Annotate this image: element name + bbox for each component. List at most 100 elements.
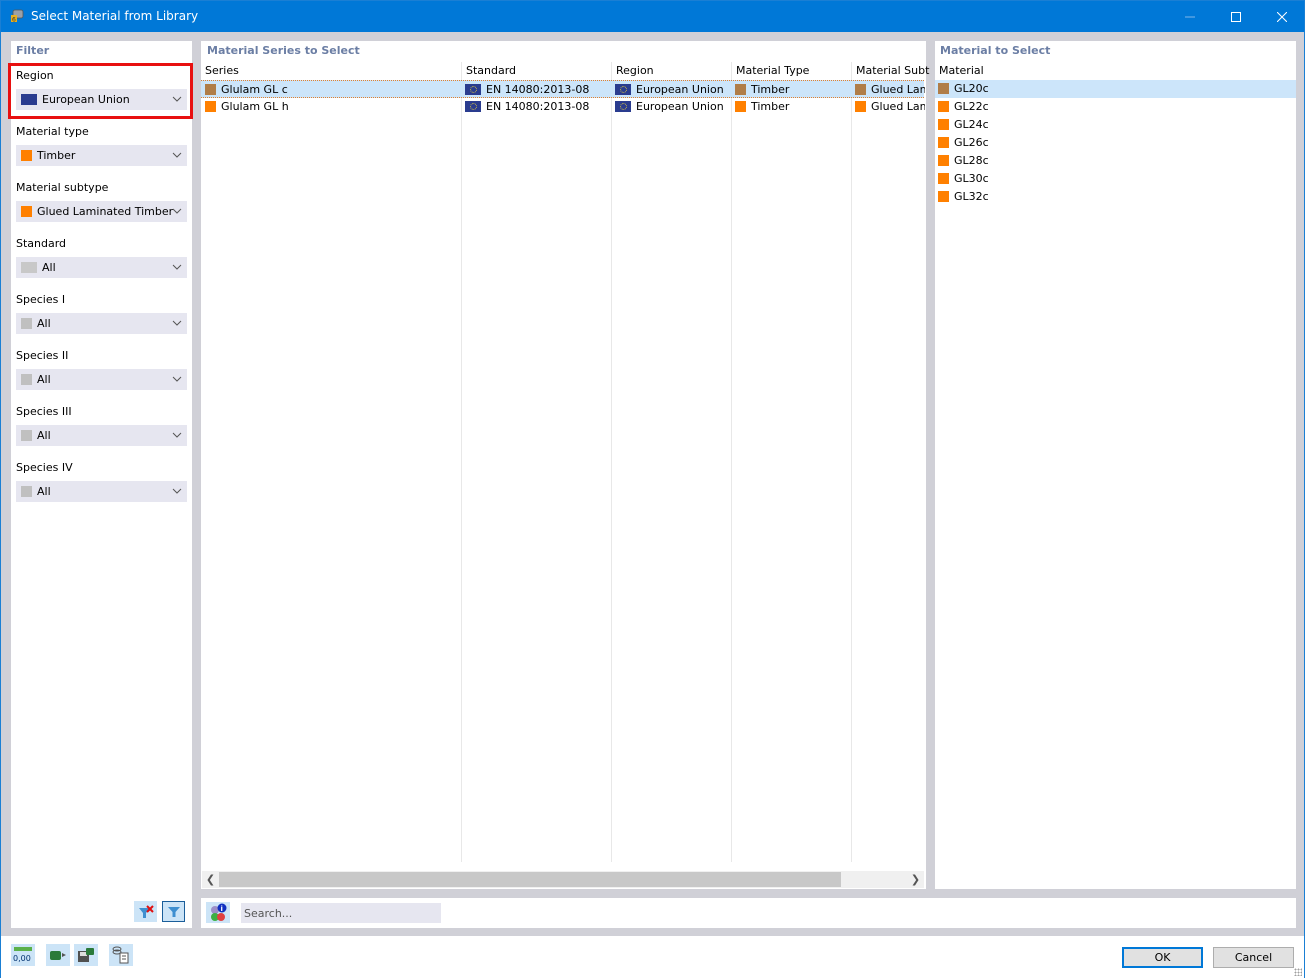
import-button[interactable] [46,944,70,966]
svg-text:0,00: 0,00 [13,954,31,963]
gray-swatch-icon [21,374,32,385]
scroll-right-icon[interactable]: ❯ [907,871,924,888]
column-material-subtype[interactable]: Material Subt [851,62,929,862]
resize-grip[interactable] [1294,968,1302,976]
material-subtype-combo[interactable]: Glued Laminated Timber [16,201,187,222]
material-item[interactable]: GL24c [935,116,1296,134]
standard-value: EN 14080:2013-08 [486,83,590,96]
apply-filter-button[interactable] [162,901,185,922]
svg-text:6: 6 [12,17,16,24]
dialog-window: 6 Select Material from Library Filter Re… [0,0,1305,978]
series-name: Glulam GL c [221,83,288,96]
column-series-label: Series [205,64,239,77]
species-3-combo[interactable]: All [16,425,187,446]
region-value: European Union [636,100,724,113]
orange-swatch-icon [938,119,949,130]
scroll-left-icon[interactable]: ❮ [202,871,219,888]
series-grid: Series Standard Region Material Type Mat… [201,62,929,862]
info-button[interactable]: i [206,902,230,923]
minimize-button[interactable] [1167,1,1213,32]
scrollbar-thumb[interactable] [219,872,841,887]
cancel-button[interactable]: Cancel [1213,947,1294,968]
close-button[interactable] [1259,1,1305,32]
material-item[interactable]: GL32c [935,188,1296,206]
material-item[interactable]: GL22c [935,98,1296,116]
ok-button[interactable]: OK [1122,947,1203,968]
maximize-button[interactable] [1213,1,1259,32]
type-value: Timber [751,100,790,113]
brown-swatch-icon [205,84,216,95]
region-cell: European Union [615,100,729,114]
chevron-down-icon [172,432,182,438]
database-report-button[interactable] [109,944,133,966]
column-material-type[interactable]: Material Type [731,62,809,862]
material-name: GL30c [954,172,989,185]
species-2-value: All [37,373,51,386]
species-1-combo[interactable]: All [16,313,187,334]
import-icon [50,951,66,960]
species-3-label: Species III [16,405,72,418]
material-name: GL32c [954,190,989,203]
material-type-combo[interactable]: Timber [16,145,187,166]
standard-label: Standard [16,237,67,250]
column-region-label: Region [616,64,654,77]
column-standard[interactable]: Standard [461,62,516,862]
species-4-combo[interactable]: All [16,481,187,502]
series-panel: Material Series to Select Series Standar… [201,41,929,889]
material-item[interactable]: GL28c [935,152,1296,170]
chevron-down-icon [172,152,182,158]
material-name: GL26c [954,136,989,149]
horizontal-scrollbar[interactable]: ❮ ❯ [202,871,924,888]
chevron-down-icon [172,488,182,494]
type-value: Timber [751,83,790,96]
close-icon [1277,11,1287,22]
material-name: GL22c [954,100,989,113]
brown-swatch-icon [855,84,866,95]
column-region[interactable]: Region [611,62,654,862]
maximize-icon [1231,11,1241,22]
series-name: Glulam GL h [221,100,289,113]
svg-text:i: i [221,905,223,913]
orange-swatch-icon [735,101,746,112]
eu-flag-icon [465,101,481,112]
standard-combo[interactable]: All [16,257,187,278]
region-highlight-box [8,63,193,119]
species-1-label: Species I [16,293,66,306]
series-row[interactable]: Glulam GL h EN 14080:2013-08 European Un… [201,98,925,116]
chevron-down-icon [172,320,182,326]
save-icon [78,948,94,962]
search-input[interactable] [241,903,441,923]
orange-swatch-icon [938,155,949,166]
standard-value: All [42,261,56,274]
standard-cell: EN 14080:2013-08 [465,83,609,97]
orange-swatch-icon [855,101,866,112]
material-item[interactable]: GL20c [935,80,1296,98]
orange-swatch-icon [21,150,32,161]
material-subtype-label: Material subtype [16,181,109,194]
material-title: Material to Select [940,44,1051,57]
gray-swatch-icon [21,430,32,441]
material-name: GL28c [954,154,989,167]
column-material[interactable]: Material [939,64,984,77]
species-4-value: All [37,485,51,498]
material-item[interactable]: GL30c [935,170,1296,188]
species-1-value: All [37,317,51,330]
units-button[interactable]: 0,00 [11,944,35,966]
chevron-down-icon [172,376,182,382]
column-material-subtype-label: Material Subt [856,64,930,77]
material-panel: Material to Select Material GL20c GL22c … [935,41,1296,889]
window-title: Select Material from Library [31,9,199,23]
gray-swatch-icon [21,318,32,329]
gray-swatch-icon [21,486,32,497]
material-item[interactable]: GL26c [935,134,1296,152]
orange-swatch-icon [205,101,216,112]
species-2-combo[interactable]: All [16,369,187,390]
material-library-icon: 6 [11,9,24,24]
save-button[interactable] [74,944,98,966]
gray-swatch-icon [21,262,37,273]
series-row[interactable]: Glulam GL c EN 14080:2013-08 European Un… [201,80,925,98]
species-3-value: All [37,429,51,442]
eu-flag-icon [465,84,481,95]
orange-swatch-icon [938,137,949,148]
clear-filter-button[interactable] [134,901,157,922]
